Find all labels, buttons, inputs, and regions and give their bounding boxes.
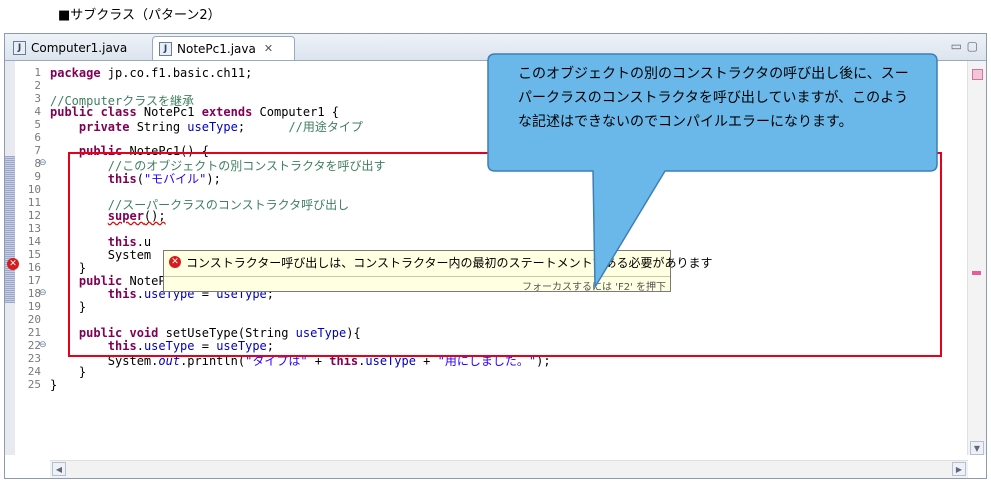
horizontal-scrollbar[interactable]: ◀ ▶ (50, 460, 968, 478)
close-icon[interactable]: ✕ (264, 42, 273, 55)
error-overview-marker[interactable] (972, 69, 983, 80)
tab-label: NotePc1.java (177, 41, 256, 56)
line-number: 13 (27, 222, 41, 235)
line-number: 6 (34, 131, 41, 144)
chevron-down-icon[interactable]: ▼ (970, 441, 984, 455)
tab-label: Computer1.java (31, 40, 128, 55)
line-number: 23 (27, 352, 41, 365)
line-number: 20 (27, 313, 41, 326)
fold-collapse-icon[interactable]: ⊖ (39, 287, 47, 300)
code-line: private String useType; //用途タイプ (78, 120, 363, 134)
tab-computer1-java[interactable]: J Computer1.java (7, 36, 147, 59)
line-number-gutter: ✕ 1 2 3 4 5 6 7 8 9 10 11 12 13 14 15 16… (5, 61, 50, 455)
code-line: //Computerクラスを継承 (50, 94, 195, 108)
line-number: 7 (34, 144, 41, 157)
chevron-right-icon[interactable]: ▶ (952, 462, 966, 476)
line-number: 1 (34, 66, 41, 79)
line-number: 24 (27, 365, 41, 378)
explanation-callout: このオブジェクトの別のコンストラクタの呼び出し後に、スーパークラスのコンストラク… (485, 52, 940, 292)
selection-range-indicator (5, 156, 15, 303)
java-file-icon: J (159, 41, 172, 56)
line-number: 10 (27, 183, 41, 196)
line-number: 11 (27, 196, 41, 209)
line-number: 5 (34, 118, 41, 131)
overview-ruler: ▼ (967, 61, 986, 455)
maximize-icon[interactable]: ▢ (967, 39, 978, 53)
line-number: 4 (34, 105, 41, 118)
java-file-icon: J (13, 40, 26, 55)
section-heading: ■サブクラス（パターン2） (58, 8, 221, 23)
line-number: 3 (34, 92, 41, 105)
fold-collapse-icon[interactable]: ⊖ (39, 157, 47, 170)
line-number: 12 (27, 209, 41, 222)
minimize-icon[interactable]: ▭ (951, 39, 962, 53)
line-number: 18 (27, 287, 41, 300)
line-number: 15 (27, 248, 41, 261)
line-number: 2 (34, 79, 41, 92)
chevron-left-icon[interactable]: ◀ (52, 462, 66, 476)
line-number: 8 (34, 157, 41, 170)
callout-text: このオブジェクトの別のコンストラクタの呼び出し後に、スーパークラスのコンストラク… (518, 66, 909, 130)
code-line: public class NotePc1 extends Computer1 { (50, 105, 340, 119)
line-number: 14 (27, 235, 41, 248)
line-number: 16 (27, 261, 41, 274)
code-line: } (50, 378, 58, 392)
line-number: 21 (27, 326, 41, 339)
line-number: 9 (34, 170, 41, 183)
fold-collapse-icon[interactable]: ⊖ (39, 339, 47, 352)
error-icon: ✕ (169, 256, 181, 268)
line-number: 17 (27, 274, 41, 287)
tab-notepc1-java[interactable]: J NotePc1.java ✕ (152, 36, 295, 60)
error-position-marker[interactable] (972, 271, 981, 275)
line-number: 19 (27, 300, 41, 313)
line-number: 25 (27, 378, 41, 391)
code-line: } (78, 365, 87, 379)
line-number: 22 (27, 339, 41, 352)
code-line: package jp.co.f1.basic.ch11; (50, 66, 253, 80)
